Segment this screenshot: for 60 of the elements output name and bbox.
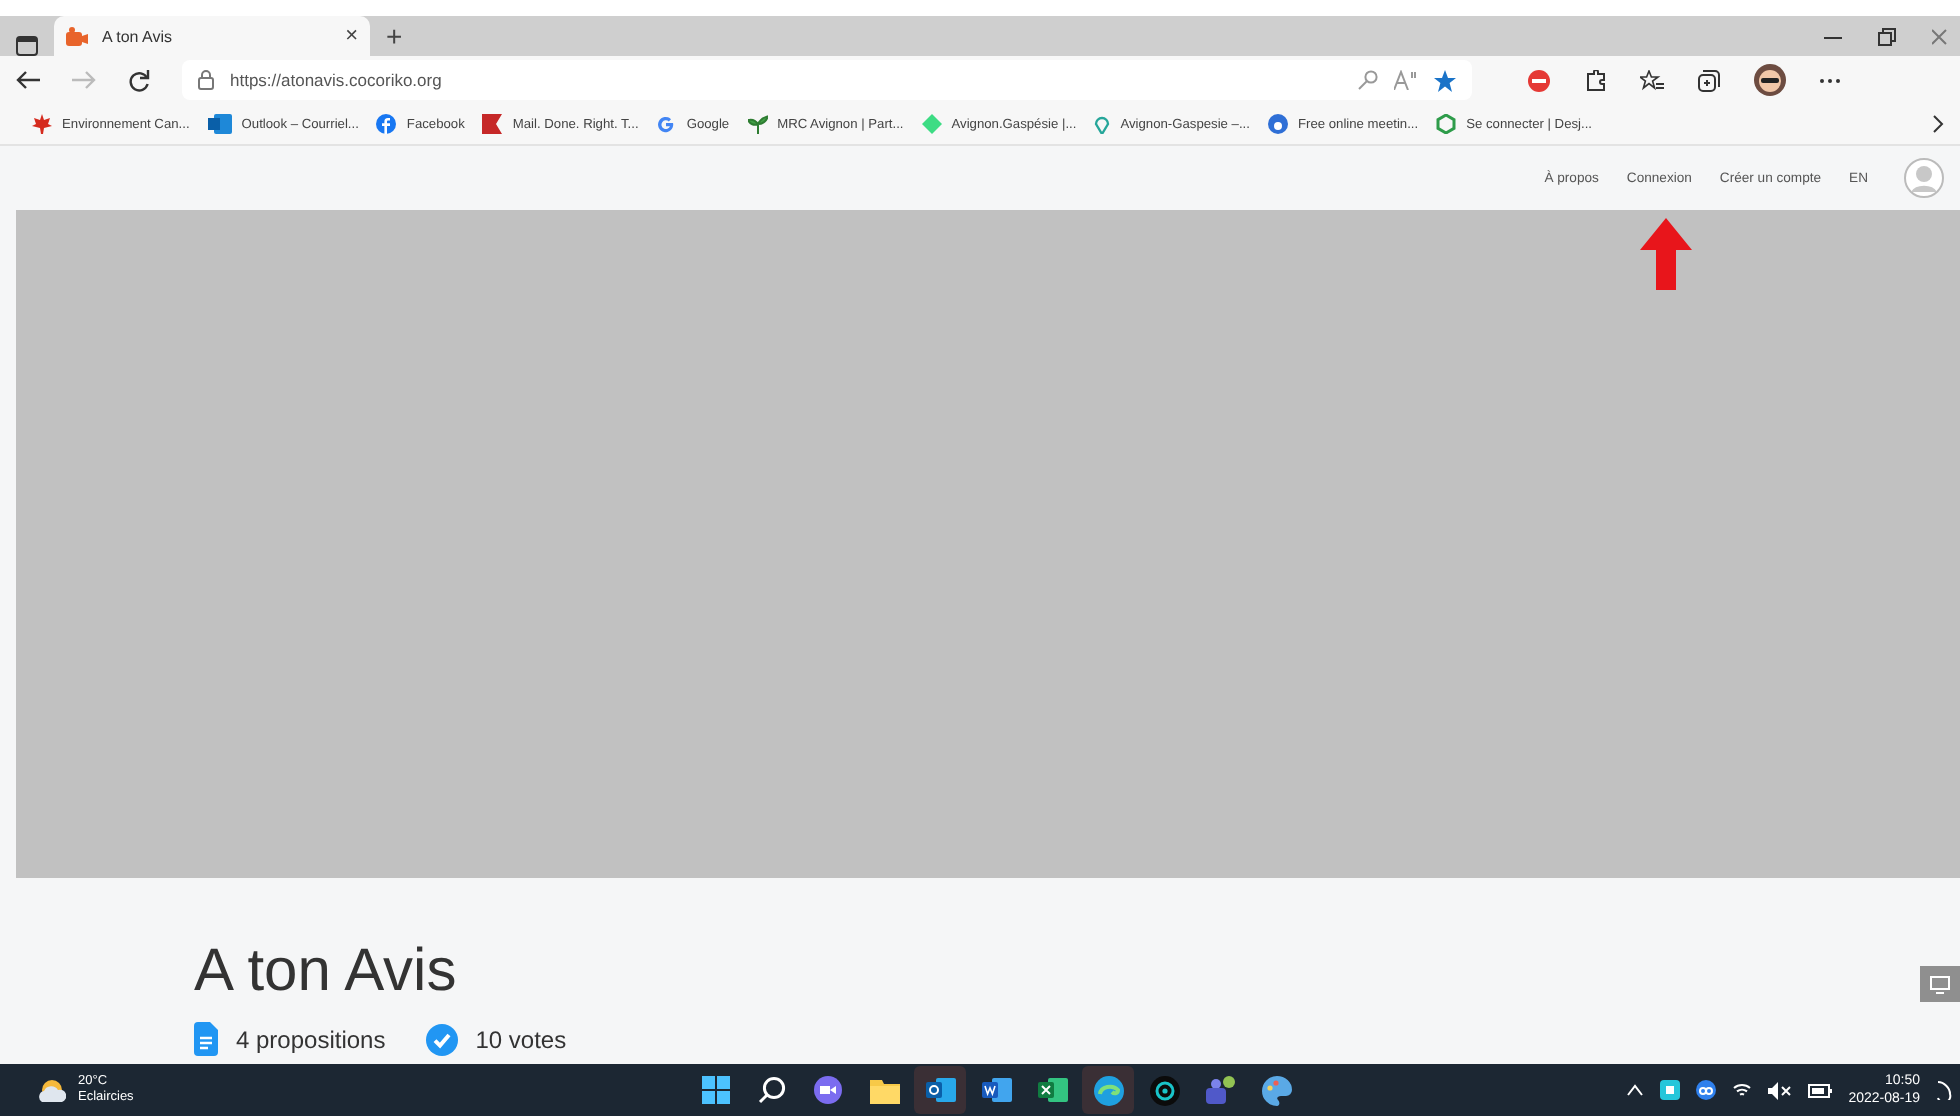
windows-start-icon[interactable] — [702, 1076, 730, 1104]
battery-icon[interactable] — [1808, 1083, 1833, 1097]
read-aloud-icon[interactable] — [1394, 70, 1418, 90]
back-icon[interactable] — [16, 70, 40, 90]
palette-icon[interactable] — [1261, 1075, 1291, 1105]
folder-icon[interactable] — [869, 1077, 899, 1103]
profile-avatar[interactable] — [1754, 64, 1786, 96]
chevron-up-icon[interactable] — [1626, 1084, 1645, 1096]
url-text: https://atonavis.cocoriko.org — [230, 70, 444, 90]
site-logo-icon — [66, 26, 88, 46]
chevron-right-icon[interactable] — [1932, 114, 1944, 134]
notification-icon[interactable] — [1936, 1080, 1952, 1100]
flag-icon — [482, 114, 503, 134]
star-icon[interactable] — [1434, 69, 1456, 91]
favorites-icon[interactable] — [1640, 69, 1664, 91]
browser-swirl-icon[interactable] — [1093, 1075, 1123, 1105]
project-title: A ton Avis — [194, 938, 457, 1006]
lock-icon — [198, 70, 214, 90]
g-letter-icon — [656, 114, 677, 134]
muted-speaker-icon[interactable] — [1768, 1081, 1793, 1099]
puzzle-icon[interactable] — [1584, 69, 1606, 91]
spreadsheet-icon[interactable] — [1037, 1076, 1067, 1104]
map-pin-icon — [1094, 114, 1111, 134]
stat-label: 10 votes — [475, 1025, 567, 1053]
target-icon[interactable] — [1149, 1075, 1179, 1105]
hexagon-icon — [1436, 114, 1457, 134]
sprout-icon — [747, 114, 768, 134]
key-icon[interactable] — [1358, 70, 1378, 90]
new-tab-button[interactable]: + — [386, 20, 403, 52]
checkmark-icon — [425, 1023, 458, 1055]
search-icon[interactable] — [758, 1076, 786, 1104]
browser-tab[interactable]: A ton Avis × — [54, 16, 370, 56]
d-circle-icon — [1267, 114, 1288, 134]
mail-app-icon[interactable] — [925, 1076, 955, 1104]
close-icon[interactable] — [1932, 27, 1948, 45]
wifi-icon[interactable] — [1732, 1082, 1753, 1098]
document-icon — [194, 1022, 218, 1056]
facebook-icon — [376, 114, 397, 134]
people-icon[interactable] — [1204, 1075, 1236, 1105]
close-tab-button[interactable]: × — [345, 24, 358, 48]
diamond-icon — [921, 114, 942, 134]
word-icon[interactable] — [981, 1076, 1011, 1104]
mail-app-icon — [207, 114, 232, 134]
stat-label: 4 propositions — [236, 1025, 386, 1053]
stop-sign-icon[interactable] — [1528, 69, 1550, 91]
tab-title: A ton Avis — [102, 27, 174, 45]
reload-icon[interactable] — [128, 69, 150, 91]
tab-actions-icon[interactable] — [16, 36, 38, 56]
more-icon[interactable] — [1820, 77, 1840, 83]
cloud-sync-icon[interactable] — [1696, 1080, 1717, 1100]
feedback-button[interactable] — [1920, 966, 1960, 1002]
pointer-arrow — [1640, 218, 1692, 290]
address-bar[interactable]: https://atonavis.cocoriko.org — [182, 60, 1472, 100]
maple-leaf-icon — [32, 114, 52, 134]
partly-cloudy-icon — [38, 1078, 66, 1102]
video-chat-icon[interactable] — [814, 1076, 842, 1104]
app-square-icon[interactable] — [1660, 1080, 1681, 1100]
monitor-icon — [1930, 975, 1950, 993]
collections-icon[interactable] — [1698, 69, 1720, 91]
restore-icon[interactable] — [1878, 27, 1896, 45]
